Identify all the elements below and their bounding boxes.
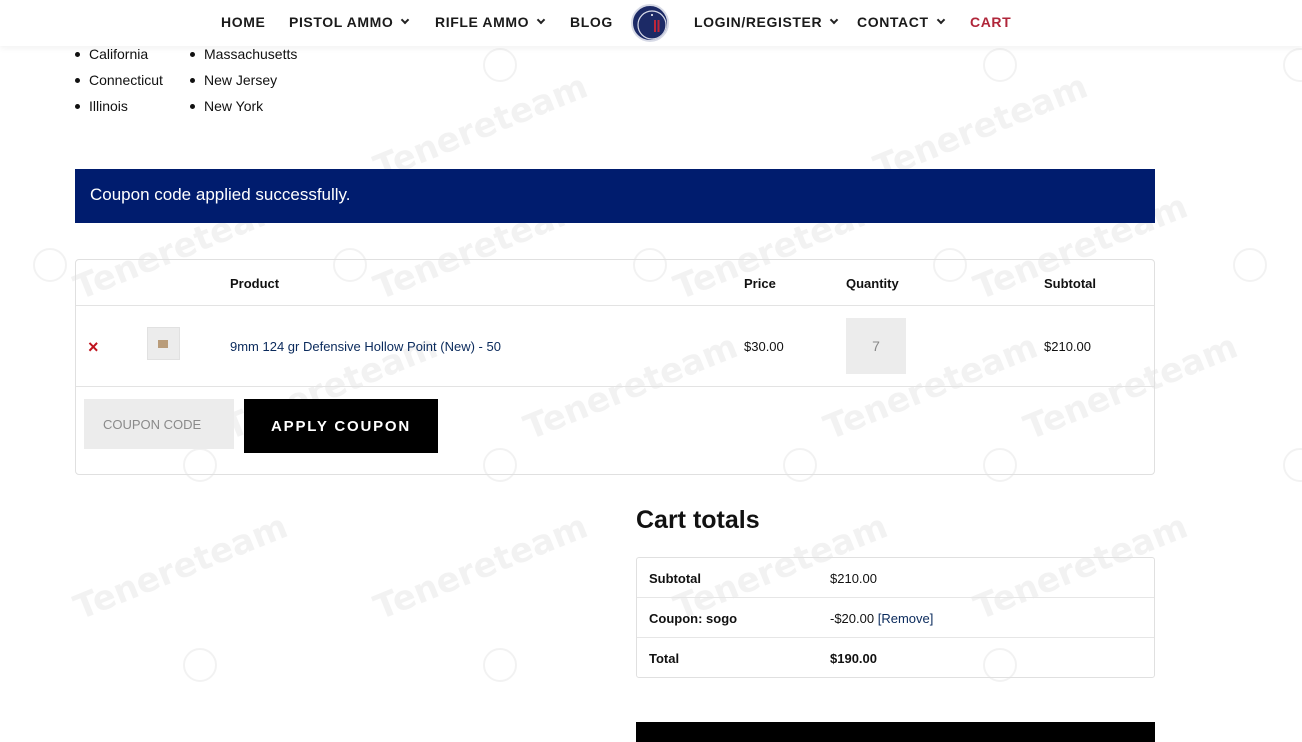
quantity-input[interactable]: [846, 318, 906, 374]
proceed-to-checkout-button[interactable]: [636, 722, 1155, 742]
site-logo[interactable]: [631, 4, 669, 42]
chevron-down-icon: [936, 15, 945, 25]
nav-login-register[interactable]: LOGIN/REGISTER: [694, 14, 839, 30]
product-price: $30.00: [744, 339, 784, 354]
list-item: Connecticut: [74, 72, 189, 98]
nav-rifle-ammo-label: RIFLE AMMO: [435, 14, 530, 30]
coupon-success-notice: Coupon code applied successfully.: [75, 169, 1155, 223]
nav-home[interactable]: HOME: [221, 14, 265, 30]
totals-row-coupon: Coupon: sogo -$20.00 [Remove]: [637, 598, 1154, 638]
chevron-down-icon: [401, 15, 410, 25]
notice-text: Coupon code applied successfully.: [90, 185, 351, 204]
apply-coupon-button[interactable]: APPLY COUPON: [244, 399, 438, 453]
chevron-down-icon: [536, 15, 546, 25]
restricted-states-list: California Connecticut Illinois Massachu…: [74, 46, 297, 124]
list-item: California: [74, 46, 189, 72]
svg-text:Tenereteam: Tenereteam: [68, 506, 293, 628]
nav-blog-label: BLOG: [570, 14, 613, 30]
ammo-box-icon: [158, 340, 168, 348]
nav-login-label: LOGIN/REGISTER: [694, 14, 823, 30]
total-label: Total: [649, 651, 680, 666]
divider: [76, 386, 1154, 387]
list-item: Illinois: [74, 98, 189, 124]
nav-rifle-ammo[interactable]: RIFLE AMMO: [435, 14, 546, 30]
total-value: $190.00: [830, 651, 877, 666]
header-quantity: Quantity: [846, 276, 899, 291]
nav-cart[interactable]: CART: [970, 14, 1011, 30]
list-item: New York: [189, 98, 297, 124]
list-item: New Jersey: [189, 72, 297, 98]
nav-cart-label: CART: [970, 14, 1012, 30]
subtotal-label: Subtotal: [649, 571, 701, 586]
states-column-1: California Connecticut Illinois: [74, 46, 189, 124]
header-product: Product: [230, 276, 280, 291]
nav-pistol-ammo-label: PISTOL AMMO: [289, 14, 394, 30]
nav-pistol-ammo[interactable]: PISTOL AMMO: [289, 14, 410, 30]
divider: [76, 305, 1154, 306]
nav-blog[interactable]: BLOG: [570, 14, 613, 30]
nav-home-label: HOME: [221, 14, 266, 30]
svg-text:Tenereteam: Tenereteam: [368, 506, 593, 628]
nav-contact[interactable]: CONTACT: [857, 14, 945, 30]
cart-totals-title: Cart totals: [636, 506, 760, 534]
product-link[interactable]: 9mm 124 gr Defensive Hollow Point (New) …: [230, 339, 501, 354]
remove-coupon-link[interactable]: [Remove]: [878, 611, 934, 626]
coupon-label: Coupon: sogo: [649, 611, 738, 626]
coupon-value-wrap: -$20.00 [Remove]: [830, 611, 933, 626]
coupon-code-input[interactable]: [84, 399, 234, 449]
list-item: Massachusetts: [189, 46, 297, 72]
logo-emblem-icon: [637, 10, 667, 40]
product-thumbnail[interactable]: [147, 327, 180, 360]
header-price: Price: [744, 276, 776, 291]
nav-contact-label: CONTACT: [857, 14, 929, 30]
subtotal-value: $210.00: [830, 571, 877, 586]
coupon-discount-value: -$20.00: [830, 611, 875, 626]
cart-table: Product Price Quantity Subtotal × 9mm 12…: [75, 259, 1155, 475]
product-subtotal: $210.00: [1044, 339, 1091, 354]
chevron-down-icon: [829, 15, 839, 25]
site-header: HOME PISTOL AMMO RIFLE AMMO BLOG LOGIN/R…: [0, 0, 1302, 46]
cart-totals-table: Subtotal $210.00 Coupon: sogo -$20.00 [R…: [636, 557, 1155, 678]
remove-item-icon[interactable]: ×: [88, 337, 99, 358]
states-column-2: Massachusetts New Jersey New York: [189, 46, 297, 124]
totals-row-subtotal: Subtotal $210.00: [637, 558, 1154, 598]
header-subtotal: Subtotal: [1044, 276, 1096, 291]
totals-row-total: Total $190.00: [637, 638, 1154, 678]
